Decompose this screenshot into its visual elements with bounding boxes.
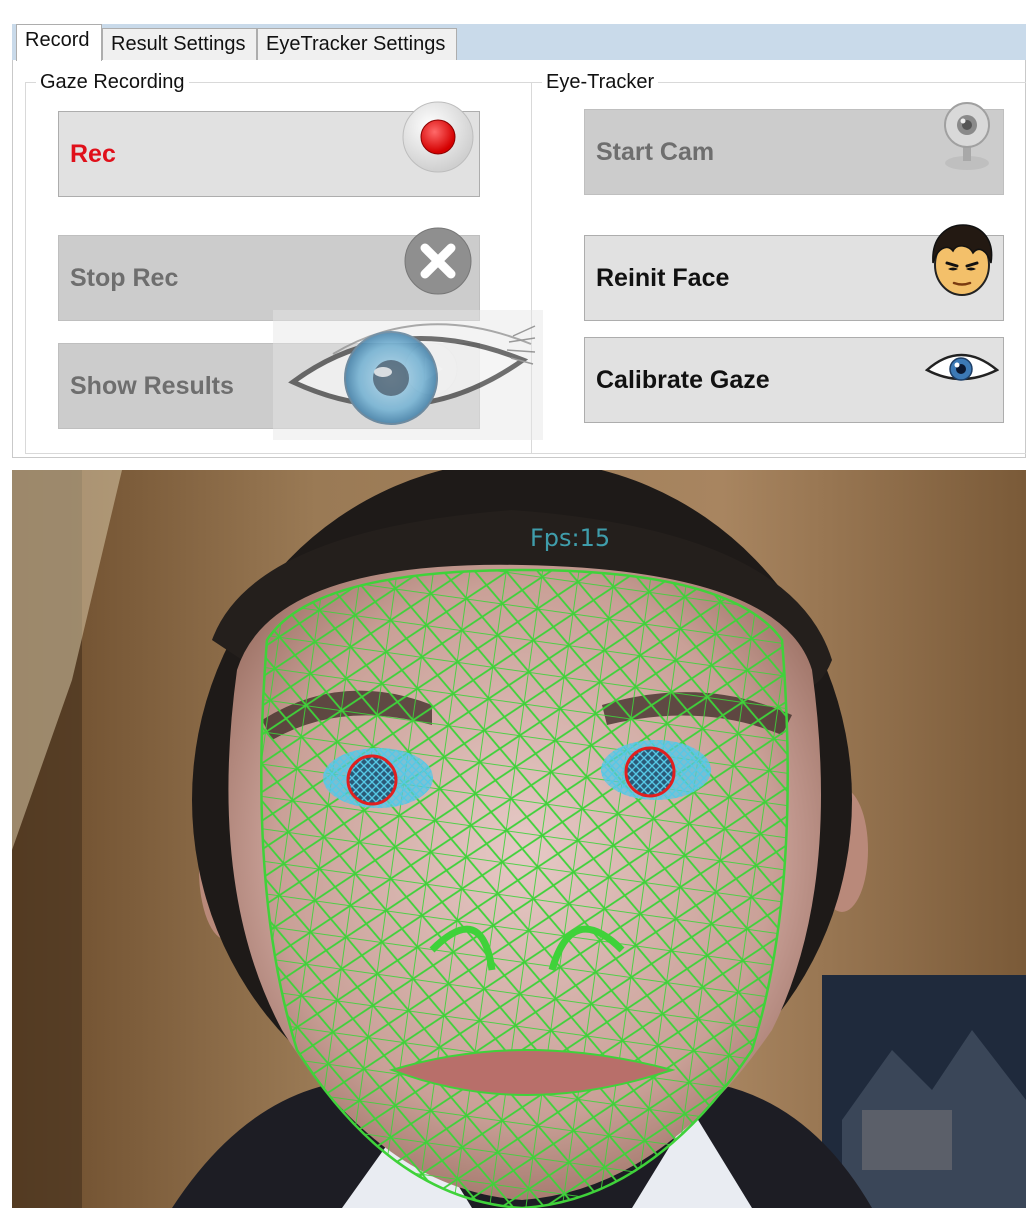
show-results-button[interactable]: Show Results <box>58 341 480 431</box>
eye-tracker-title: Eye-Tracker <box>542 70 659 94</box>
rec-button-label: Rec <box>70 140 116 168</box>
left-eye-tracking <box>323 748 433 808</box>
start-cam-button[interactable]: Start Cam <box>584 102 1004 195</box>
tab-result-settings[interactable]: Result Settings <box>102 28 257 60</box>
close-x-icon <box>403 226 473 330</box>
camera-frame-image <box>12 470 1026 1208</box>
tab-eyetracker-settings[interactable]: EyeTracker Settings <box>257 28 457 60</box>
eye-tracker-group: Eye-Tracker Start Cam Reinit Face Calibr… <box>531 70 1026 454</box>
rec-button[interactable]: Rec <box>58 101 480 197</box>
stop-rec-button[interactable]: Stop Rec <box>58 227 480 321</box>
face-avatar-icon <box>927 223 997 333</box>
tab-record[interactable]: Record <box>16 24 102 61</box>
webcam-icon <box>939 97 995 207</box>
camera-feed <box>12 470 1026 1208</box>
gaze-recording-title: Gaze Recording <box>36 70 189 94</box>
right-eye-tracking <box>601 740 711 800</box>
reinit-face-button[interactable]: Reinit Face <box>584 224 1004 321</box>
record-panel: Gaze Recording Rec Stop Rec Show Results… <box>12 60 1026 458</box>
play-icon <box>403 341 459 431</box>
record-dot-icon <box>401 100 475 208</box>
show-results-button-label: Show Results <box>70 372 234 400</box>
gaze-recording-group: Gaze Recording Rec Stop Rec Show Results <box>25 70 541 454</box>
start-cam-button-label: Start Cam <box>596 138 715 166</box>
calibrate-gaze-button[interactable]: Calibrate Gaze <box>584 337 1004 423</box>
reinit-face-button-label: Reinit Face <box>596 264 730 292</box>
stop-rec-button-label: Stop Rec <box>70 264 179 292</box>
calibrate-gaze-button-label: Calibrate Gaze <box>596 366 770 394</box>
fps-counter: Fps:15 <box>530 524 611 552</box>
eye-icon <box>924 338 1000 422</box>
tab-strip: Record Result Settings EyeTracker Settin… <box>12 24 1026 61</box>
